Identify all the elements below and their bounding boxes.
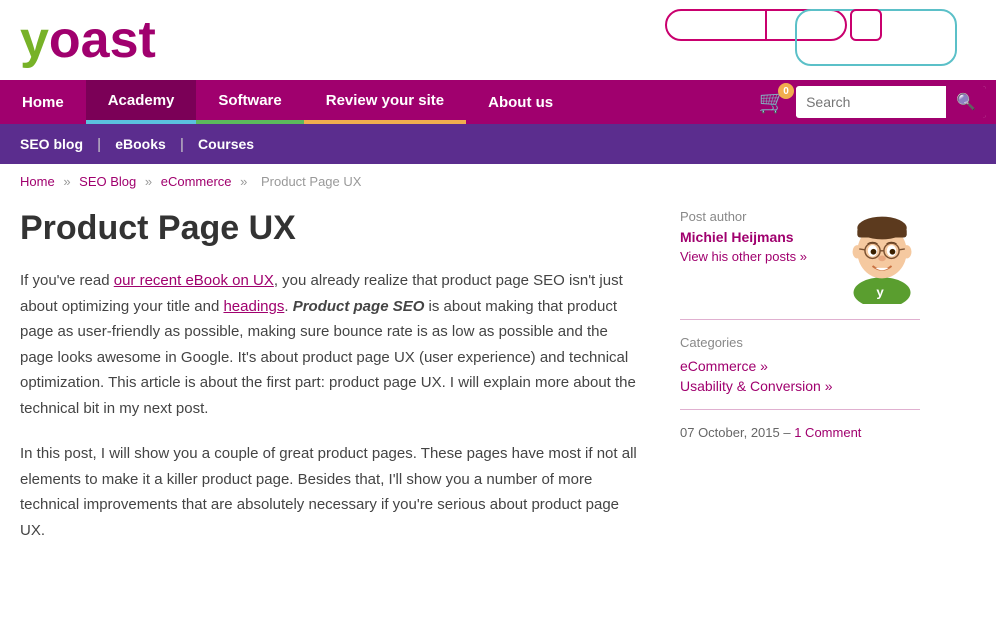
separator-2: | [176,136,188,153]
nav-home[interactable]: Home [0,80,86,124]
author-section: Post author Michiel Heijmans View his ot… [680,209,920,299]
cart-icon[interactable]: 🛒 0 [759,89,786,115]
nav-software[interactable]: Software [196,80,303,124]
page-title: Product Page UX [20,209,640,248]
article-paragraph-2: In this post, I will show you a couple o… [20,441,640,543]
logo-text: yoast [20,14,156,66]
author-name-link[interactable]: Michiel Heijmans [680,229,830,245]
logo-y: y [20,11,49,69]
svg-text:y: y [876,284,884,299]
subnav-seoblog[interactable]: SEO blog [20,136,93,152]
nav-about[interactable]: About us [466,80,575,124]
breadcrumb-ecommerce[interactable]: eCommerce [161,174,232,189]
main-nav: Home Academy Software Review your site A… [0,80,996,124]
header-decoration [656,5,976,75]
search-form[interactable]: 🔍 [796,86,986,118]
sub-nav: SEO blog | eBooks | Courses [0,124,996,164]
subnav-courses[interactable]: Courses [188,136,264,152]
post-author-label: Post author [680,209,830,224]
logo-oast: oast [49,11,156,69]
breadcrumb-sep-3: » [240,174,251,189]
categories-label: Categories [680,335,920,350]
subnav-ebooks[interactable]: eBooks [105,136,176,152]
content-wrapper: Product Page UX If you've read our recen… [0,199,960,563]
category-ecommerce[interactable]: eCommerce » [680,358,920,374]
search-input[interactable] [796,88,946,116]
breadcrumb-seoblog[interactable]: SEO Blog [79,174,136,189]
categories-section: Categories eCommerce » Usability & Conve… [680,335,920,394]
headings-link[interactable]: headings [223,298,284,315]
search-button[interactable]: 🔍 [946,86,986,118]
main-content: Product Page UX If you've read our recen… [20,199,640,563]
category-usability[interactable]: Usability & Conversion » [680,378,920,394]
breadcrumb-sep-1: » [63,174,74,189]
nav-items: Home Academy Software Review your site A… [0,80,749,124]
sidebar: Post author Michiel Heijmans View his ot… [680,199,920,563]
nav-academy[interactable]: Academy [86,80,197,124]
nav-right: 🛒 0 🔍 [749,80,996,124]
separator-1: | [93,136,105,153]
cart-badge: 0 [778,83,794,99]
logo-link[interactable]: yoast [20,14,156,66]
author-divider [680,319,920,320]
article-paragraph-1: If you've read our recent eBook on UX, y… [20,268,640,421]
breadcrumb: Home » SEO Blog » eCommerce » Product Pa… [0,164,996,199]
view-posts-link[interactable]: View his other posts » [680,249,807,264]
post-date: 07 October, 2015 [680,425,780,440]
categories-divider [680,409,920,410]
breadcrumb-current: Product Page UX [261,174,361,189]
author-info: Post author Michiel Heijmans View his ot… [680,209,830,265]
ebook-link[interactable]: our recent eBook on UX [114,272,274,289]
date-section: 07 October, 2015 – 1 Comment [680,425,920,440]
breadcrumb-sep-2: » [145,174,156,189]
breadcrumb-home[interactable]: Home [20,174,55,189]
nav-review[interactable]: Review your site [304,80,466,124]
date-dash: – [783,425,794,440]
author-avatar: y [840,209,920,299]
comment-link[interactable]: 1 Comment [794,425,861,440]
header: yoast [0,0,996,80]
